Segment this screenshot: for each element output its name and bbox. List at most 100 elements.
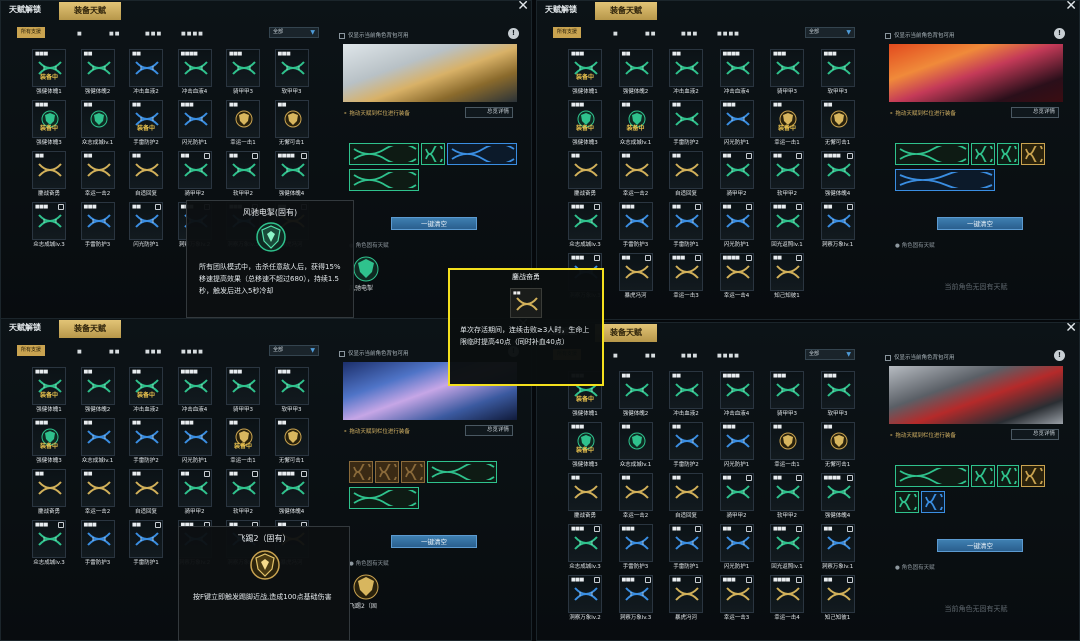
talent-cell[interactable]: ■■■ 软甲甲3 [815,49,861,99]
talent-cell[interactable]: ■■ 洞察万象lv.1 [815,202,861,252]
talent-cell[interactable]: ■■ 众志成城lv.1 [613,422,659,472]
talent-cell[interactable]: ■■ 软甲甲2 [764,473,810,523]
equip-slot[interactable] [971,465,995,487]
talent-cell[interactable]: ■■■ 洞察万象lv.2 [562,575,608,625]
help-icon[interactable]: ! [1054,28,1065,39]
talent-card[interactable]: ■■■ [177,418,212,456]
talent-card[interactable]: ■■ [129,520,163,558]
talent-card[interactable]: ■■ 装备中 [129,100,163,138]
talent-cell[interactable]: ■■ 幸运一击2 [613,151,659,201]
talent-cell[interactable]: ■■■ 软甲甲3 [269,49,315,99]
talent-cell[interactable]: ■■ 知己知彼1 [815,575,861,625]
talent-cell[interactable]: ■■ 软甲甲2 [764,151,810,201]
talent-cell[interactable]: ■■■■ 幸运一击4 [764,575,810,625]
filter-rank-1[interactable]: ■ [77,31,83,37]
talent-cell[interactable]: ■■ 鏖战奋勇 [26,151,72,201]
talent-card[interactable]: ■■ [80,151,115,189]
talent-card[interactable]: ■■ [32,469,66,507]
talent-card[interactable]: ■■ [80,469,115,507]
tab-talent-unlock[interactable]: 天赋解锁 [9,322,41,333]
talent-card[interactable]: ■■■ [177,100,212,138]
talent-cell[interactable]: ■■ 无懈可击1 [269,100,315,150]
talent-card[interactable]: ■■■ [226,367,260,405]
talent-card[interactable]: ■■ [669,49,703,87]
equip-slot[interactable] [421,143,445,165]
talent-cell[interactable]: ■■ 众志成城lv.1 [75,100,121,150]
talent-cell[interactable]: ■■ 幸运一击2 [613,473,659,523]
talent-cell[interactable]: ■■ 幸运一击2 [75,469,121,519]
talent-card[interactable]: ■■■ [32,520,66,558]
talent-card[interactable]: ■■■ 装备中 [568,422,602,460]
talent-cell[interactable]: ■■ 装备中 幸运一击1 [764,100,810,150]
talent-cell[interactable]: ■■ 装备中 众志成城lv.1 [613,100,659,150]
filter-all-chip[interactable]: 所有支援 [17,27,45,38]
talent-cell[interactable]: ■■ 自适回复 [123,469,169,519]
talent-card[interactable]: ■■■ [820,49,855,87]
talent-cell[interactable]: ■■■■ 冲击血液4 [714,371,760,421]
talent-card[interactable]: ■■ [568,473,602,511]
talent-card[interactable]: ■■ [820,202,855,240]
tab-equip-talent[interactable]: 装备天赋 [59,320,121,338]
talent-cell[interactable]: ■■ 鏖战奋勇 [562,151,608,201]
talent-cell[interactable]: ■■■■ 冲击血液4 [172,49,218,99]
talent-card[interactable]: ■■ [177,469,212,507]
talent-card[interactable]: ■■■ [618,524,653,562]
talent-card[interactable]: ■■■■ [177,49,212,87]
tab-talent-unlock[interactable]: 天赋解锁 [545,4,577,15]
equip-slot[interactable] [447,143,517,165]
talent-card[interactable]: ■■ [226,151,260,189]
talent-card[interactable]: ■■ [129,202,163,240]
equip-slot[interactable] [427,461,497,483]
talent-card[interactable]: ■■ [719,524,754,562]
tab-talent-unlock[interactable]: 天赋解锁 [9,4,41,15]
talent-card[interactable]: ■■ [80,49,115,87]
talent-cell[interactable]: ■■ 鏖战奋勇 [562,473,608,523]
close-icon[interactable]: ✕ [1065,1,1077,14]
talent-cell[interactable]: ■■■■ 冲击血液4 [172,367,218,417]
talent-cell[interactable]: ■■ 暴虎冯河 [663,575,709,625]
help-icon[interactable]: ! [1054,350,1065,361]
only-show-available-checkbox[interactable]: 仅显示当前角色背包可用 [339,31,409,39]
talent-cell[interactable]: ■■ 闪光防护1 [123,202,169,252]
filter-rank-4[interactable]: ■■■■ [181,31,204,37]
talent-cell[interactable]: ■■■ 装备中 强健体魄3 [26,100,72,150]
talent-card[interactable]: ■■ [618,49,653,87]
filter-rank-4[interactable]: ■■■■ [717,353,740,359]
equip-slot[interactable] [349,461,373,483]
equip-slot[interactable] [895,491,919,513]
talent-card[interactable]: ■■ [669,422,703,460]
talent-card[interactable]: ■■ [226,469,260,507]
talent-card[interactable]: ■■ [669,371,703,409]
talent-cell[interactable]: ■■ 骑甲甲2 [714,473,760,523]
talent-cell[interactable]: ■■ 幸运一击1 [764,422,810,472]
talent-cell[interactable]: ■■■■ 强健体魄4 [815,473,861,523]
equip-slot[interactable] [349,143,419,165]
talent-card[interactable]: ■■■■ [820,473,855,511]
talent-cell[interactable]: ■■■ 众志成城lv.3 [26,520,72,570]
talent-card[interactable]: ■■■ [770,524,804,562]
talent-cell[interactable]: ■■ 强健体魄2 [613,49,659,99]
clear-all-button[interactable]: 一键清空 [391,535,477,548]
talent-cell[interactable]: ■■■ 骑甲甲3 [220,367,266,417]
talent-cell[interactable]: ■■■ 闪光防护1 [172,100,218,150]
talent-cell[interactable]: ■■ 冲击血液2 [663,371,709,421]
equip-slot[interactable] [1021,143,1045,165]
talent-cell[interactable]: ■■■ 软甲甲3 [815,371,861,421]
talent-card[interactable]: ■■ [669,151,703,189]
equip-slot[interactable] [895,143,969,165]
talent-cell[interactable]: ■■■ 手雷防护3 [75,520,121,570]
filter-rank-2[interactable]: ■■ [645,31,656,37]
close-icon[interactable]: ✕ [1065,323,1077,336]
talent-cell[interactable]: ■■■ 软甲甲3 [269,367,315,417]
equip-slot[interactable] [921,491,945,513]
talent-card[interactable]: ■■ [80,418,115,456]
talent-cell[interactable]: ■■ 手雷防护1 [663,524,709,574]
equip-slot[interactable] [895,465,969,487]
clear-all-button[interactable]: 一键清空 [937,217,1023,230]
talent-card[interactable]: ■■ 装备中 [770,100,804,138]
talent-cell[interactable]: ■■■ 装备中 强健体魄3 [562,100,608,150]
talent-cell[interactable]: ■■ 幸运一击1 [220,100,266,150]
talent-cell[interactable]: ■■ 软甲甲2 [220,151,266,201]
category-dropdown[interactable]: 全部 ▼ [269,345,319,356]
talent-cell[interactable]: ■■ 骑甲甲2 [172,469,218,519]
